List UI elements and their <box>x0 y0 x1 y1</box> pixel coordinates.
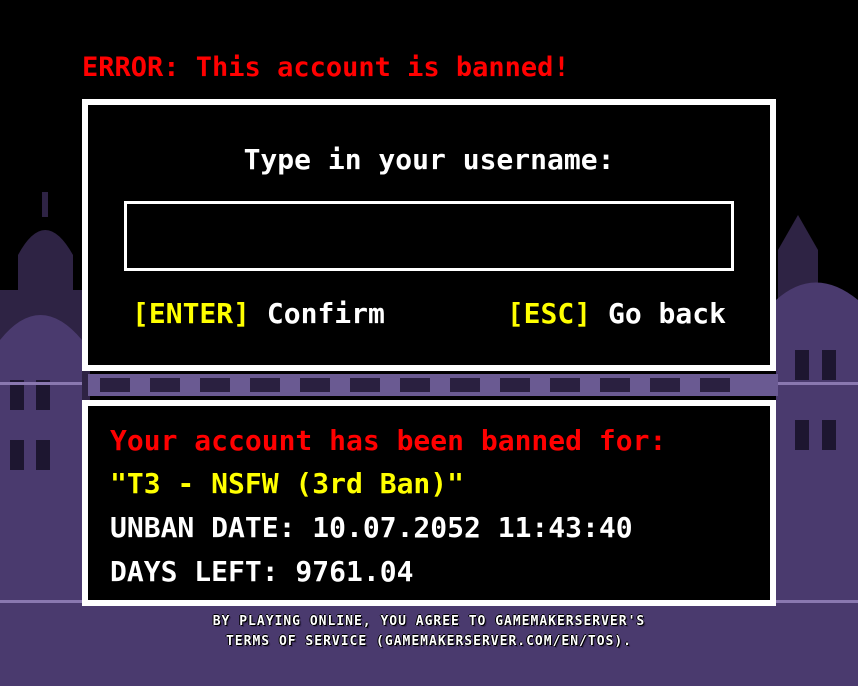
ban-reason: "T3 - NSFW (3rd Ban)" <box>110 467 465 500</box>
go-back-label: Go back <box>607 297 726 330</box>
tos-line-2: TERMS OF SERVICE (GAMEMAKERSERVER.COM/EN… <box>225 634 633 649</box>
username-prompt: Type in your username: <box>243 143 615 176</box>
confirm-hint[interactable]: [ENTER] Confirm <box>132 297 385 330</box>
esc-key-label: [ESC] <box>506 297 592 330</box>
unban-date: UNBAN DATE: 10.07.2052 11:43:40 <box>110 511 633 544</box>
tos-line-1: BY PLAYING ONLINE, YOU AGREE TO GAMEMAKE… <box>212 614 646 629</box>
login-panel: Type in your username: [ENTER] Confirm [… <box>82 99 776 371</box>
enter-key-label: [ENTER] <box>132 297 251 330</box>
confirm-label: Confirm <box>266 297 385 330</box>
days-left: DAYS LEFT: 9761.04 <box>110 555 414 588</box>
ban-heading: Your account has been banned for: <box>110 424 667 457</box>
username-input[interactable] <box>124 201 734 271</box>
go-back-hint[interactable]: [ESC] Go back <box>507 297 726 330</box>
error-title: ERROR: This account is banned! <box>82 52 570 83</box>
ban-info-panel: Your account has been banned for: "T3 - … <box>82 400 776 606</box>
terms-of-service-notice: BY PLAYING ONLINE, YOU AGREE TO GAMEMAKE… <box>0 612 858 652</box>
